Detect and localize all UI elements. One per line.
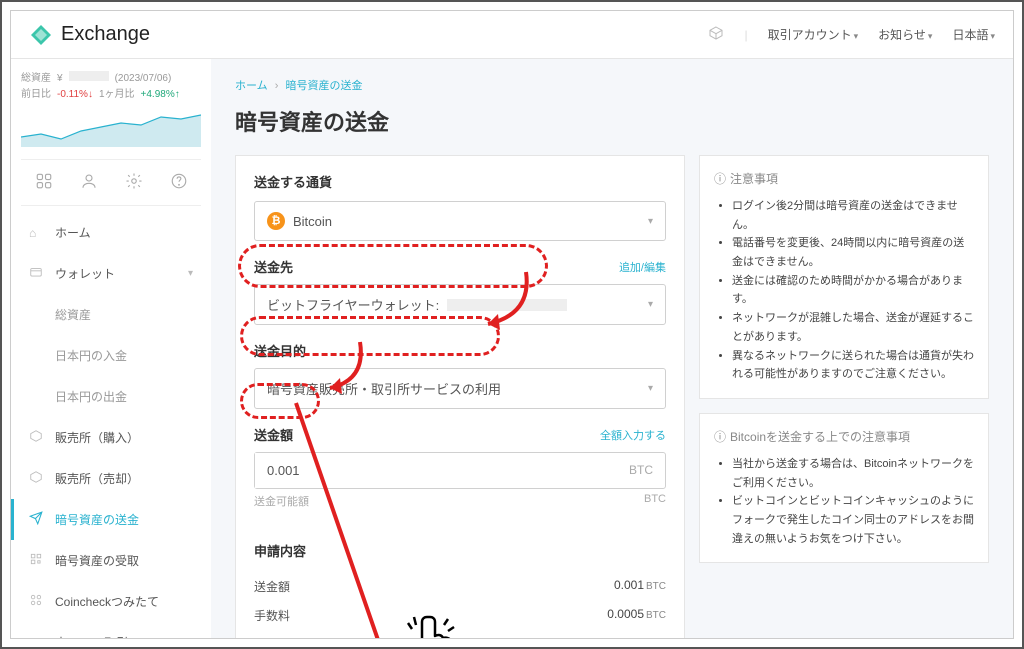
tabrow-gear-icon[interactable] bbox=[125, 172, 143, 193]
nav-wallet-jpy-out[interactable]: 日本円の出金 bbox=[21, 376, 201, 417]
header-notices[interactable]: お知らせ▾ bbox=[878, 26, 932, 43]
tabrow-grid-icon[interactable] bbox=[35, 172, 53, 193]
nav-wallet-all[interactable]: 総資産 bbox=[21, 294, 201, 335]
notes2-item: ビットコインとビットコインキャッシュのようにフォークで発生したコイン同士のアドレ… bbox=[732, 492, 974, 548]
tabrow-user-icon[interactable] bbox=[80, 172, 98, 193]
header-account[interactable]: 取引アカウント▾ bbox=[768, 26, 859, 43]
summary-amount-label: 送金額 bbox=[254, 578, 290, 595]
nav-buy[interactable]: 販売所（購入） bbox=[21, 417, 201, 458]
notes1-item: ログイン後2分間は暗号資産の送金はできません。 bbox=[732, 197, 974, 234]
available-label: 送金可能額 bbox=[254, 493, 309, 509]
available-unit: BTC bbox=[644, 493, 666, 509]
nav-otc[interactable]: ◇大口OTC取引 bbox=[21, 622, 201, 638]
notes1-list: ログイン後2分間は暗号資産の送金はできません。電話番号を変更後、24時間以内に暗… bbox=[714, 197, 974, 384]
nav-receive[interactable]: 暗号資産の受取 bbox=[21, 540, 201, 581]
nav-wallet-jpy-in[interactable]: 日本円の入金 bbox=[21, 335, 201, 376]
nav-wallet[interactable]: ウォレット▾ bbox=[21, 253, 201, 294]
notes1-title: ⓘ 注意事項 bbox=[714, 170, 974, 187]
header-language[interactable]: 日本語▾ bbox=[952, 26, 995, 43]
nav-home[interactable]: ⌂ホーム bbox=[21, 212, 201, 253]
notes1-item: 電話番号を変更後、24時間以内に暗号資産の送金はできません。 bbox=[732, 234, 974, 271]
notes1-item: ネットワークが混雑した場合、送金が遅延することがあります。 bbox=[732, 309, 974, 346]
brand-name: Exchange bbox=[61, 23, 150, 46]
dest-select[interactable]: ビットフライヤーウォレット: ▾ bbox=[254, 284, 666, 325]
nav-send[interactable]: 暗号資産の送金 bbox=[11, 499, 201, 540]
btc-icon: ₿ bbox=[267, 212, 285, 230]
amount-input[interactable] bbox=[255, 453, 617, 488]
notes2-list: 当社から送金する場合は、Bitcoinネットワークをご利用ください。ビットコイン… bbox=[714, 455, 974, 548]
nav-tsumitate[interactable]: Coincheckつみたて bbox=[21, 581, 201, 622]
amount-label: 送金額 bbox=[254, 425, 293, 444]
breadcrumb: ホーム › 暗号資産の送金 bbox=[235, 77, 989, 93]
summary-title: 申請内容 bbox=[254, 541, 666, 560]
nav-sell[interactable]: 販売所（売却） bbox=[21, 458, 201, 499]
tabrow-help-icon[interactable] bbox=[170, 172, 188, 193]
breadcrumb-current[interactable]: 暗号資産の送金 bbox=[285, 80, 362, 92]
dest-edit-link[interactable]: 追加/編集 bbox=[619, 259, 666, 275]
amount-unit: BTC bbox=[617, 453, 665, 488]
currency-label: 送金する通貨 bbox=[254, 172, 666, 191]
header-cube-icon[interactable] bbox=[708, 25, 724, 44]
notes1-item: 異なるネットワークに送られた場合は通貨が失われる可能性がありますのでご注意くださ… bbox=[732, 347, 974, 384]
notes2-title: ⓘ Bitcoinを送金する上での注意事項 bbox=[714, 428, 974, 445]
notes2-item: 当社から送金する場合は、Bitcoinネットワークをご利用ください。 bbox=[732, 455, 974, 492]
page-title: 暗号資産の送金 bbox=[235, 105, 989, 137]
amount-all-link[interactable]: 全額入力する bbox=[600, 427, 666, 443]
purpose-select[interactable]: 暗号資産販売所・取引所サービスの利用 ▾ bbox=[254, 368, 666, 409]
brand-logo-icon bbox=[29, 23, 53, 47]
notes1-item: 送金には確認のため時間がかかる場合があります。 bbox=[732, 272, 974, 309]
dest-label: 送金先 bbox=[254, 257, 293, 276]
summary-fee-label: 手数料 bbox=[254, 607, 290, 624]
currency-select[interactable]: ₿ Bitcoin ▾ bbox=[254, 201, 666, 241]
purpose-label: 送金目的 bbox=[254, 341, 306, 360]
breadcrumb-home[interactable]: ホーム bbox=[235, 80, 268, 92]
brand-logo[interactable]: Exchange bbox=[29, 23, 150, 47]
sparkline-chart bbox=[21, 109, 201, 147]
asset-summary: 総資産 ¥ (2023/07/06) 前日比 -0.11%↓ 1ヶ月比 +4.9… bbox=[21, 71, 201, 103]
